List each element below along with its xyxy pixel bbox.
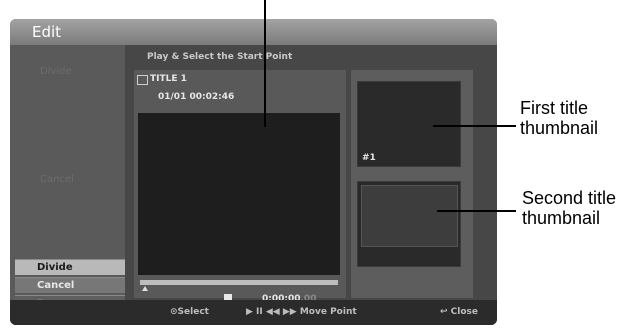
cancel-button[interactable]: Cancel (15, 277, 125, 293)
title-date-time: 01/01 00:02:46 (158, 92, 235, 102)
player-panel: TITLE 1 01/01 00:02:46 0:00:00.00 (134, 70, 346, 304)
sidebar-ghost-item: Divide (40, 66, 72, 77)
sidebar-ghost-item: Cancel (40, 174, 74, 185)
move-point-hint: ▶ II ◀◀ ▶▶ Move Point (246, 307, 357, 317)
first-thumb-callout: First title thumbnail (520, 98, 599, 138)
thumbnail-number: #1 (362, 153, 376, 163)
first-thumb-callout-line (433, 125, 516, 127)
select-hint: ⊙Select (170, 307, 209, 317)
panel-heading: Play & Select the Start Point (147, 52, 293, 62)
second-thumb-callout: Second title thumbnail (522, 188, 617, 228)
divide-button[interactable]: Divide (15, 259, 125, 275)
dvd-edit-screen: Edit Divide Cancel Divide Cancel Done Pl… (10, 19, 497, 325)
thumbnail-image (361, 185, 458, 247)
close-hint: ↩ Close (440, 307, 479, 317)
video-preview (138, 113, 340, 275)
screen-title: Edit (32, 23, 62, 41)
second-thumb-callout-line (437, 210, 516, 212)
title-bar: Edit (10, 19, 497, 45)
title-icon (137, 75, 148, 85)
bottom-help-bar: ⊙Select ▶ II ◀◀ ▶▶ Move Point ↩ Close (10, 300, 497, 325)
title-label: TITLE 1 (150, 74, 187, 84)
sidebar: Divide Cancel Divide Cancel Done (10, 45, 125, 311)
main-panel: Play & Select the Start Point TITLE 1 01… (125, 45, 497, 304)
start-point-marker-icon (142, 286, 148, 291)
playback-progress-bar[interactable] (140, 280, 338, 285)
second-title-thumbnail[interactable] (357, 181, 461, 267)
video-callout-line (264, 0, 266, 127)
thumbnail-panel: #1 (351, 70, 473, 298)
first-title-thumbnail[interactable]: #1 (357, 81, 461, 167)
